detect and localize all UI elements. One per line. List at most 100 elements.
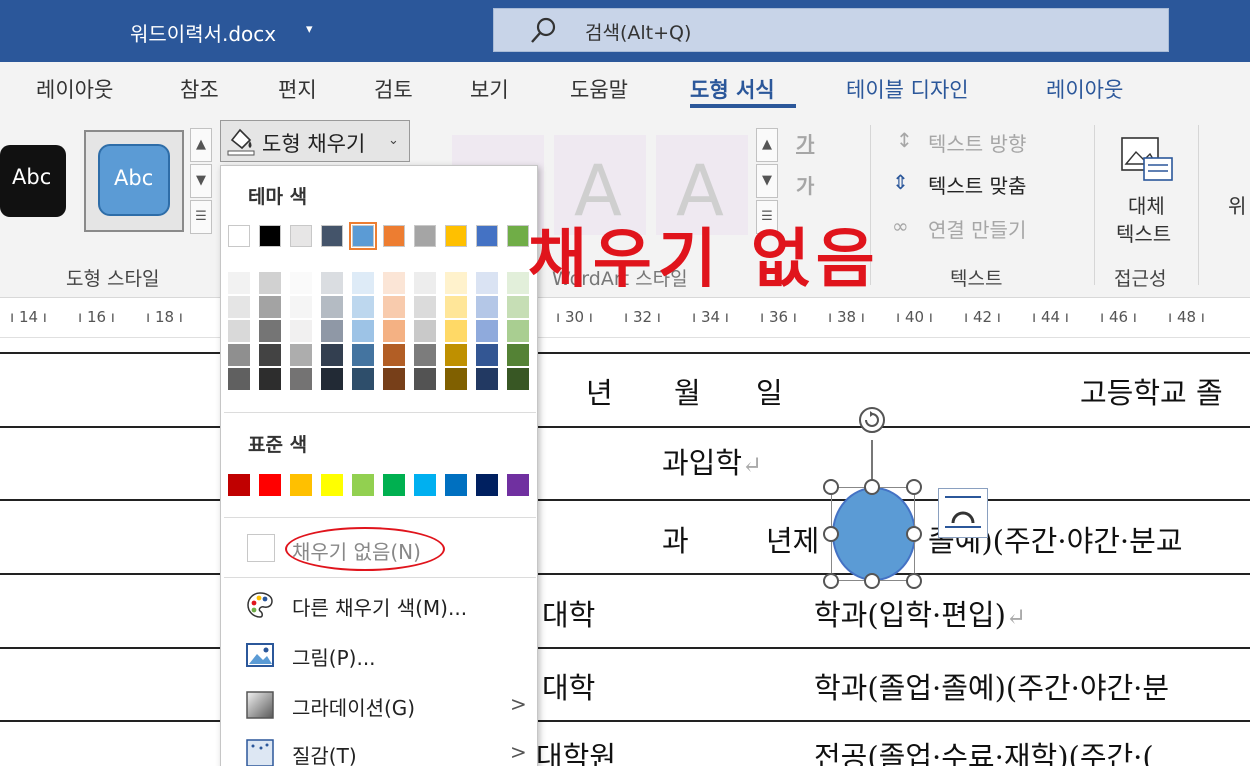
resize-handle[interactable] (864, 479, 880, 495)
standard-color-swatch[interactable] (383, 474, 405, 496)
tab-table-design[interactable]: 테이블 디자인 (846, 74, 969, 104)
doc-year-system[interactable]: 년제 (766, 518, 819, 560)
resize-handle[interactable] (906, 479, 922, 495)
theme-shade-swatch[interactable] (476, 272, 498, 294)
tab-references[interactable]: 참조 (180, 74, 219, 104)
theme-shade-swatch[interactable] (414, 344, 436, 366)
tab-mailings[interactable]: 편지 (278, 74, 317, 104)
alt-text-label-2[interactable]: 텍스트 (1116, 218, 1171, 247)
theme-shade-swatch[interactable] (228, 368, 250, 390)
title-dropdown-icon[interactable]: ▾ (306, 22, 313, 37)
text-direction-button[interactable]: 텍스트 방향 (928, 128, 1026, 157)
theme-shade-swatch[interactable] (352, 368, 374, 390)
resize-handle[interactable] (906, 526, 922, 542)
doc-graduate-school[interactable]: 대학원 (536, 734, 616, 766)
theme-color-swatch[interactable] (321, 225, 343, 247)
wordart-scroll-down-button[interactable]: ▼ (756, 164, 778, 198)
theme-shade-swatch[interactable] (445, 296, 467, 318)
theme-shade-swatch[interactable] (383, 296, 405, 318)
layout-options-button[interactable] (938, 488, 988, 538)
align-text-button[interactable]: 텍스트 맞춤 (928, 170, 1026, 199)
text-fill-button[interactable]: 가 (796, 128, 814, 157)
doc-month[interactable]: 월 (674, 370, 701, 412)
theme-shade-swatch[interactable] (259, 296, 281, 318)
document-title[interactable]: 워드이력서.docx (130, 18, 276, 47)
resize-handle[interactable] (823, 526, 839, 542)
ribbon-cutoff-label[interactable]: 위 (1228, 190, 1246, 219)
standard-color-swatch[interactable] (259, 474, 281, 496)
resize-handle[interactable] (823, 573, 839, 589)
theme-shade-swatch[interactable] (259, 272, 281, 294)
shape-style-preset-blue[interactable]: Abc (98, 144, 170, 216)
theme-shade-swatch[interactable] (352, 296, 374, 318)
theme-shade-swatch[interactable] (290, 368, 312, 390)
theme-shade-swatch[interactable] (507, 272, 529, 294)
standard-color-swatch[interactable] (352, 474, 374, 496)
standard-color-swatch[interactable] (476, 474, 498, 496)
theme-shade-swatch[interactable] (383, 368, 405, 390)
picture-fill-menu-item[interactable]: 그림(P)... (292, 642, 376, 671)
doc-university[interactable]: 대학 (542, 665, 595, 707)
doc-dept[interactable]: 과 (662, 518, 689, 560)
theme-shade-swatch[interactable] (476, 320, 498, 342)
styles-scroll-up-button[interactable]: ▲ (190, 128, 212, 162)
theme-shade-swatch[interactable] (476, 296, 498, 318)
theme-shade-swatch[interactable] (445, 368, 467, 390)
standard-color-swatch[interactable] (290, 474, 312, 496)
doc-highschool[interactable]: 고등학교 졸 (1080, 370, 1223, 412)
theme-shade-swatch[interactable] (290, 320, 312, 342)
alt-text-label-1[interactable]: 대체 (1128, 190, 1165, 219)
tab-view[interactable]: 보기 (470, 74, 509, 104)
more-fill-colors-menu-item[interactable]: 다른 채우기 색(M)... (292, 592, 467, 621)
theme-shade-swatch[interactable] (445, 320, 467, 342)
theme-color-swatch[interactable] (290, 225, 312, 247)
theme-shade-swatch[interactable] (445, 344, 467, 366)
texture-fill-menu-item[interactable]: 질감(T) (292, 740, 357, 766)
theme-shade-swatch[interactable] (259, 344, 281, 366)
theme-shade-swatch[interactable] (414, 368, 436, 390)
theme-shade-swatch[interactable] (228, 320, 250, 342)
theme-color-swatch[interactable] (507, 225, 529, 247)
theme-shade-swatch[interactable] (352, 272, 374, 294)
theme-shade-swatch[interactable] (383, 320, 405, 342)
resize-handle[interactable] (906, 573, 922, 589)
theme-shade-swatch[interactable] (228, 344, 250, 366)
standard-color-swatch[interactable] (445, 474, 467, 496)
wordart-scroll-up-button[interactable]: ▲ (756, 128, 778, 162)
theme-color-swatch[interactable] (228, 225, 250, 247)
tab-layout[interactable]: 레이아웃 (36, 74, 113, 104)
styles-scroll-down-button[interactable]: ▼ (190, 164, 212, 198)
tab-shape-format[interactable]: 도형 서식 (690, 74, 775, 104)
theme-shade-swatch[interactable] (507, 344, 529, 366)
doc-graduation[interactable]: 학과(졸업·졸예)(주간·야간·분 (814, 665, 1169, 707)
theme-color-swatch[interactable] (445, 225, 467, 247)
theme-shade-swatch[interactable] (321, 344, 343, 366)
doc-university[interactable]: 대학 (542, 592, 595, 634)
theme-color-swatch[interactable] (476, 225, 498, 247)
text-outline-button[interactable]: 가 (796, 170, 814, 199)
styles-more-button[interactable]: ☰ (190, 200, 212, 234)
theme-color-swatch[interactable] (414, 225, 436, 247)
create-link-button[interactable]: 연결 만들기 (928, 214, 1026, 243)
theme-color-swatch[interactable] (383, 225, 405, 247)
theme-shade-swatch[interactable] (290, 296, 312, 318)
rotate-handle-icon[interactable] (857, 405, 887, 435)
gradient-fill-menu-item[interactable]: 그라데이션(G) (292, 692, 415, 721)
tab-review[interactable]: 검토 (374, 74, 413, 104)
doc-major[interactable]: 전공(졸업·수료·재학)(주간·( (814, 734, 1154, 766)
theme-shade-swatch[interactable] (321, 296, 343, 318)
tab-table-layout[interactable]: 레이아웃 (1046, 74, 1123, 104)
theme-shade-swatch[interactable] (414, 272, 436, 294)
theme-shade-swatch[interactable] (290, 272, 312, 294)
theme-shade-swatch[interactable] (476, 344, 498, 366)
theme-shade-swatch[interactable] (476, 368, 498, 390)
doc-year[interactable]: 년 (586, 370, 613, 412)
theme-shade-swatch[interactable] (507, 296, 529, 318)
theme-color-swatch[interactable] (349, 222, 377, 250)
tab-help[interactable]: 도움말 (570, 74, 628, 104)
doc-day[interactable]: 일 (756, 370, 783, 412)
doc-admission[interactable]: 과입학↵ (662, 440, 762, 482)
standard-color-swatch[interactable] (507, 474, 529, 496)
standard-color-swatch[interactable] (414, 474, 436, 496)
theme-shade-swatch[interactable] (414, 296, 436, 318)
